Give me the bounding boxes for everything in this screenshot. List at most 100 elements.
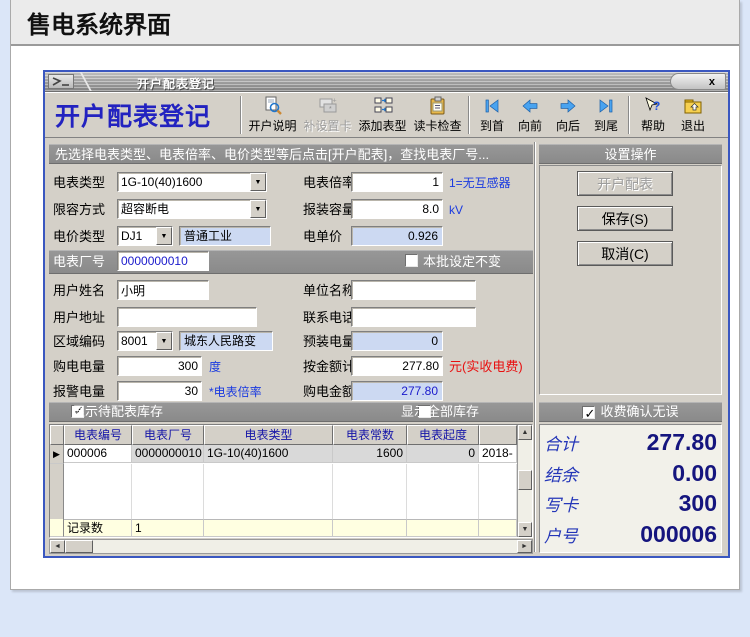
by-amount-input[interactable] [351,356,443,376]
toolbar-button-account-help[interactable]: 开户说明 [245,94,300,136]
toolbar: 开户配表登记 开户说明 *+ 补设置卡 [45,92,728,138]
dropdown-arrow-icon[interactable]: ▼ [250,200,266,218]
col-header[interactable] [479,425,517,445]
table-row[interactable]: ▶ 000006 0000000010 1G-10(40)1600 1600 0… [50,445,517,464]
write-card-row: 写卡 300 [544,490,717,517]
cell-meter-type: 1G-10(40)1600 [204,445,333,463]
dialog-body: 先选择电表类型、电表倍率、电价类型等后点击[开户配表]，查找电表厂号... 电表… [45,138,728,555]
side-button-box [539,165,722,395]
col-header[interactable]: 电表起度 [407,425,479,445]
doc-magnifier-icon [262,96,284,116]
confirm-bar: 收费确认无误 [539,402,722,422]
show-pending-label: 显示待配表库存 [72,402,163,422]
content-card: 售电系统界面 开户配表登记 x 开户配表登记 开户 [10,0,740,590]
price-type-value: DJ1 [118,227,156,245]
purchase-qty-label: 购电电量 [53,357,105,377]
purchase-qty-input[interactable] [117,356,202,376]
setup-card-icon: *+ [317,96,339,116]
area-code-select[interactable]: 8001 ▼ [117,331,173,351]
total-row: 合计 277.80 [544,429,717,456]
table-footer-row: 记录数 1 [50,519,517,537]
hscroll-thumb[interactable] [65,540,93,553]
toolbar-button-prev[interactable]: 向前 [511,94,549,136]
scroll-down-icon[interactable]: ▼ [518,522,532,537]
unit-price-value: 0.926 [351,226,443,246]
scroll-left-icon[interactable]: ◄ [50,540,65,553]
limit-mode-select[interactable]: 超容断电 ▼ [117,199,267,219]
dropdown-arrow-icon[interactable]: ▼ [156,332,172,350]
toolbar-button-first[interactable]: 到首 [473,94,511,136]
col-header[interactable]: 电表常数 [333,425,407,445]
balance-row: 结余 0.00 [544,460,717,487]
org-name-label: 单位名称 [303,281,355,301]
price-type-select[interactable]: DJ1 ▼ [117,226,173,246]
alarm-qty-input[interactable] [117,381,202,401]
area-code-value: 8001 [118,332,156,350]
table-horizontal-scrollbar[interactable]: ◄ ► [49,539,533,554]
factory-no-input[interactable] [117,251,209,271]
account-no-value: 000006 [640,521,717,548]
open-account-button[interactable]: 开户配表 [577,171,673,196]
toolbar-button-next[interactable]: 向后 [549,94,587,136]
scroll-up-icon[interactable]: ▲ [518,425,532,440]
dropdown-arrow-icon[interactable]: ▼ [250,173,266,191]
alarm-qty-hint: *电表倍率 [209,382,262,402]
vscroll-thumb[interactable] [518,470,532,490]
unit-price-label: 电单价 [303,227,342,247]
toolbar-button-last[interactable]: 到尾 [587,94,625,136]
col-header[interactable]: 电表类型 [204,425,333,445]
total-label: 合计 [544,430,578,455]
purchase-amount-value: 277.80 [351,381,443,401]
fee-confirm-label: 收费确认无误 [600,402,678,422]
prev-record-icon [519,96,541,116]
meter-type-select[interactable]: 1G-10(40)1600 ▼ [117,172,267,192]
close-button[interactable]: x [670,73,726,90]
toolbar-button-read-card-check[interactable]: 读卡检查 [410,94,465,136]
table-marker-header [50,425,64,445]
limit-mode-label: 限容方式 [53,200,105,220]
capacity-input[interactable] [351,199,443,219]
price-type-desc: 普通工业 [179,226,271,246]
page-title: 售电系统界面 [27,5,171,40]
purchase-amount-label: 购电金额 [303,382,355,402]
cell-factory-no: 0000000010 [132,445,204,463]
multiplier-input[interactable] [351,172,443,192]
col-header[interactable]: 电表编号 [64,425,132,445]
next-record-icon [557,96,579,116]
batch-fixed-checkbox[interactable] [405,254,418,267]
phone-input[interactable] [351,307,476,327]
toolbar-separator [628,96,630,134]
col-header[interactable]: 电表厂号 [132,425,204,445]
exit-icon [682,96,704,116]
toolbar-heading: 开户配表登记 [47,97,237,133]
save-button[interactable]: 保存(S) [577,206,673,231]
add-meter-type-icon [372,96,394,116]
last-record-icon [595,96,617,116]
total-value: 277.80 [647,429,717,456]
factory-no-label: 电表厂号 [53,252,105,272]
address-input[interactable] [117,307,257,327]
toolbar-button-setup-card[interactable]: *+ 补设置卡 [300,94,355,136]
org-name-input[interactable] [351,280,476,300]
limit-mode-value: 超容断电 [118,200,250,218]
capacity-unit: kV [449,200,463,220]
cell-constant: 1600 [333,445,407,463]
user-name-input[interactable] [117,280,209,300]
side-panel-header: 设置操作 [539,144,722,164]
fee-confirm-checkbox[interactable] [582,406,595,419]
scroll-right-icon[interactable]: ► [517,540,532,553]
dialog-window: 开户配表登记 x 开户配表登记 开户说明 *+ 补设置卡 [43,70,730,558]
toolbar-button-help[interactable]: ? 帮助 [633,94,673,136]
purchase-qty-unit: 度 [209,357,221,377]
record-count-value: 1 [132,519,204,537]
toolbar-button-exit[interactable]: 退出 [673,94,713,136]
table-vertical-scrollbar[interactable]: ▲ ▼ [517,425,532,537]
toolbar-button-add-meter-type[interactable]: 添加表型 [355,94,410,136]
toolbar-separator [240,96,242,134]
batch-fixed-label: 本批设定不变 [423,252,501,272]
cancel-button[interactable]: 取消(C) [577,241,673,266]
svg-text:*: * [329,106,332,113]
page-body: 开户配表登记 x 开户配表登记 开户说明 *+ 补设置卡 [11,46,739,588]
help-icon: ? [642,96,664,116]
dropdown-arrow-icon[interactable]: ▼ [156,227,172,245]
